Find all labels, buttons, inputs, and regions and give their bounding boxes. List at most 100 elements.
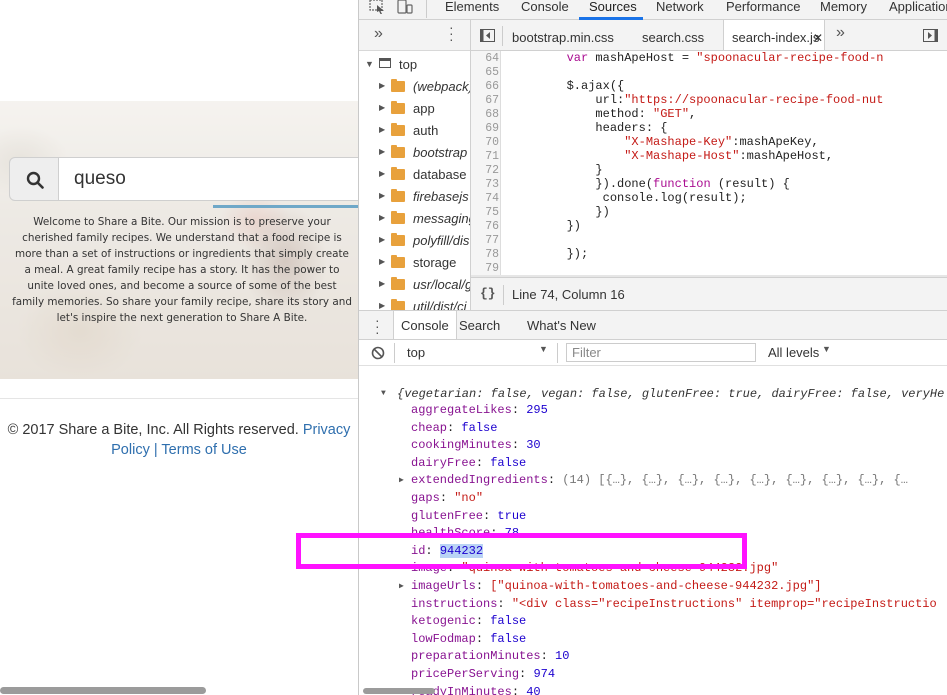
tab-elements[interactable]: Elements [445,0,499,19]
line-number[interactable]: 79 [471,262,499,276]
property-value: false [490,631,527,646]
property-key: lowFodmap [411,631,476,646]
line-number[interactable]: 69 [471,122,499,136]
drawer-tab-whats-new[interactable]: What's New [527,311,596,339]
code-text: method: "GET", [509,107,697,121]
line-number[interactable]: 65 [471,66,499,80]
editor-tab-search-css[interactable]: search.css [642,20,704,50]
line-number[interactable]: 71 [471,150,499,164]
tab-console[interactable]: Console [521,0,569,19]
tab-performance[interactable]: Performance [726,0,800,19]
levels-dropdown-icon[interactable]: ▼ [822,344,831,354]
collapsed-arrow-icon: ▶ [379,81,386,90]
nav-item-folder[interactable]: ▶ usr/local/g [359,274,470,296]
nav-item-folder[interactable]: ▶ auth [359,120,470,142]
toggle-navigator-icon[interactable] [480,29,495,42]
log-levels-dropdown[interactable]: All levels [768,345,819,360]
search-button[interactable] [9,157,59,201]
object-property-ketogenic[interactable]: ketogenic: false [411,613,526,630]
line-number[interactable]: 70 [471,136,499,150]
object-property-preparationminutes[interactable]: preparationMinutes: 10 [411,648,569,665]
line-number[interactable]: 64 [471,52,499,66]
devtools-panel: Elements Console Sources Network Perform… [358,0,947,695]
object-property-cookingminutes[interactable]: cookingMinutes: 30 [411,437,541,454]
terms-of-use-link[interactable]: Terms of Use [161,442,246,458]
context-selector[interactable]: top [407,345,425,360]
object-property-lowfodmap[interactable]: lowFodmap: false [411,631,526,648]
code-line: 70 "X-Mashape-Key":mashApeKey, [471,135,947,149]
property-value: ["quinoa-with-tomatoes-and-cheese-944232… [490,579,822,593]
nav-item-folder[interactable]: ▶ firebasejs [359,186,470,208]
nav-item-folder[interactable]: ▶ polyfill/dist [359,230,471,252]
nav-item-folder[interactable]: ▶ storage [359,252,470,274]
line-number[interactable]: 74 [471,192,499,206]
editor-tab-bootstrap-css[interactable]: bootstrap.min.css [512,20,614,50]
console-filter-input[interactable] [566,343,756,362]
line-number[interactable]: 68 [471,108,499,122]
collapsed-arrow-icon: ▶ [379,213,386,222]
code-text: "X-Mashape-Key":mashApeKey, [624,135,819,149]
context-dropdown-icon[interactable]: ▼ [539,344,548,354]
clear-console-icon[interactable] [371,346,385,360]
nav-item-folder[interactable]: ▶ app [359,98,470,120]
more-tabs-icon[interactable]: » [374,25,383,43]
object-property-extendedingredients[interactable]: ▶ extendedIngredients: (14) [{…}, {…}, {…… [399,472,908,489]
inspect-element-icon[interactable] [369,0,387,14]
device-toolbar-icon[interactable] [397,0,413,14]
nav-item-label: app [413,101,435,116]
code-line: 77 [471,233,947,247]
property-colon: : [447,420,462,435]
code-text: var mashApeHost = "spoonacular-recipe-fo… [566,51,884,65]
cursor-position: Line 74, Column 16 [512,287,625,302]
property-key: ketogenic [411,614,476,629]
devtools-horizontal-scrollbar[interactable] [363,688,435,694]
more-editor-tabs-icon[interactable]: » [836,24,845,42]
object-property-priceperserving[interactable]: pricePerServing: 974 [411,666,555,683]
object-property-gaps[interactable]: gaps: "no" [411,490,483,507]
line-number[interactable]: 76 [471,220,499,234]
object-property-instructions[interactable]: instructions: "<div class="recipeInstruc… [411,596,937,613]
drawer-tab-search[interactable]: Search [459,311,500,339]
nav-item-folder[interactable]: ▶ (webpack) [359,76,470,98]
line-number[interactable]: 72 [471,164,499,178]
line-number[interactable]: 77 [471,234,499,248]
object-property-aggregatelikes[interactable]: aggregateLikes: 295 [411,402,548,419]
code-area[interactable]: 64 var mashApeHost = "spoonacular-recipe… [471,51,947,277]
collapsed-arrow-icon[interactable]: ▶ [399,578,404,595]
nav-item-label: polyfill/dist [413,233,471,248]
tab-network[interactable]: Network [656,0,704,19]
object-property-imageurls[interactable]: ▶ imageUrls: ["quinoa-with-tomatoes-and-c… [399,578,822,595]
line-number[interactable]: 78 [471,248,499,262]
object-property-dairyfree[interactable]: dairyFree: false [411,455,526,472]
code-text: }); [509,247,589,261]
nav-item-label: auth [413,123,439,138]
toggle-debugger-icon[interactable] [923,29,938,42]
drawer-tab-bar: · · · Console Search What's New [359,310,947,340]
tab-application[interactable]: Application [889,0,947,19]
more-options-icon[interactable]: · · · [449,20,454,46]
nav-item-top[interactable]: ▼ top [359,54,470,76]
line-number[interactable]: 73 [471,178,499,192]
code-line: 66 $.ajax({ [471,79,947,93]
nav-item-folder[interactable]: ▶ database [359,164,470,186]
nav-item-folder[interactable]: ▶ bootstrap [359,142,470,164]
object-property-cheap[interactable]: cheap: false [411,420,497,437]
drawer-tab-console[interactable]: Console [393,311,457,339]
line-number[interactable]: 75 [471,206,499,220]
search-input[interactable] [58,157,358,201]
editor-tab-search-index-js[interactable]: search-index.js ✕ [723,20,825,50]
nav-item-folder[interactable]: ▶ messaging [359,208,470,230]
line-number[interactable]: 66 [471,80,499,94]
tab-memory[interactable]: Memory [820,0,867,19]
line-number[interactable]: 67 [471,94,499,108]
nav-item-folder[interactable]: ▶ util/dist/cj [359,296,470,310]
object-property-glutenfree[interactable]: glutenFree: true [411,508,526,525]
property-colon: : [547,473,563,488]
page-horizontal-scrollbar[interactable] [0,687,206,694]
collapsed-arrow-icon[interactable]: ▶ [399,472,404,489]
frame-icon [379,58,391,68]
pretty-print-icon[interactable]: {} [480,286,496,301]
nav-item-label: bootstrap [413,145,468,160]
navigator-toolbar: » · · · [359,20,470,51]
drawer-menu-icon[interactable]: · · · [375,313,380,339]
